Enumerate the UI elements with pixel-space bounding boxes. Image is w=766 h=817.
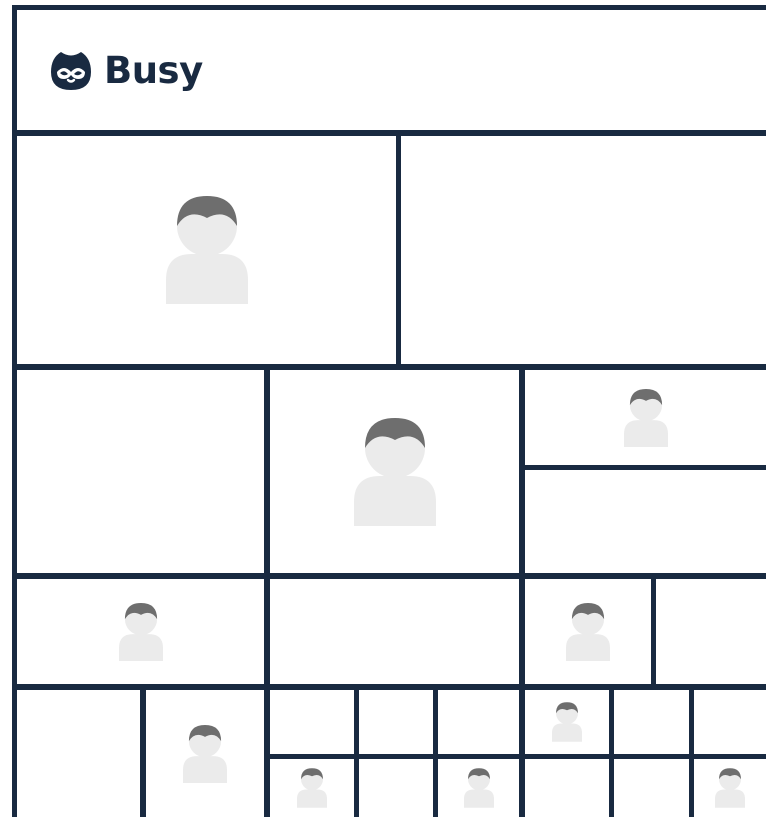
tile-divider <box>264 686 270 817</box>
participant-tile[interactable] <box>17 370 264 573</box>
tile-divider <box>519 686 525 817</box>
participant-tile[interactable] <box>17 579 264 684</box>
person-placeholder-icon <box>552 702 582 742</box>
person-placeholder-icon <box>624 389 668 447</box>
person-placeholder-icon <box>183 725 227 783</box>
participant-tile[interactable] <box>525 470 766 573</box>
participant-tile[interactable] <box>270 759 354 817</box>
person-placeholder-icon <box>715 768 745 808</box>
person-placeholder-icon <box>119 603 163 661</box>
participant-tile[interactable] <box>614 690 689 754</box>
participant-tile[interactable] <box>656 579 766 684</box>
participant-tile[interactable] <box>525 759 609 817</box>
brand-logo[interactable]: Busy <box>47 46 203 94</box>
tile-divider <box>521 465 766 470</box>
participant-tile[interactable] <box>694 690 766 754</box>
participant-tile[interactable] <box>359 759 433 817</box>
tile-divider <box>264 366 270 576</box>
tile-divider <box>12 5 17 817</box>
tile-divider <box>519 575 525 687</box>
tile-divider <box>651 575 656 687</box>
participant-tile[interactable] <box>525 370 766 465</box>
owl-logo-icon <box>51 52 91 90</box>
tile-divider <box>140 686 146 817</box>
participant-tile[interactable] <box>146 690 264 817</box>
tile-divider <box>14 364 766 370</box>
tile-divider <box>689 686 694 817</box>
tile-divider <box>12 5 766 10</box>
participant-tile[interactable] <box>359 690 433 754</box>
participant-tile[interactable] <box>17 136 396 364</box>
tile-divider <box>433 686 438 817</box>
person-placeholder-icon <box>297 768 327 808</box>
participant-tile[interactable] <box>401 136 766 364</box>
participant-tile[interactable] <box>525 579 651 684</box>
participant-tile[interactable] <box>17 690 140 817</box>
tile-divider <box>264 575 270 687</box>
participant-tile[interactable] <box>525 690 609 754</box>
person-placeholder-icon <box>566 603 610 661</box>
person-placeholder-icon <box>464 768 494 808</box>
participant-tile[interactable] <box>438 759 519 817</box>
tile-divider <box>354 686 359 817</box>
participant-tile[interactable] <box>694 759 766 817</box>
person-placeholder-icon <box>166 196 248 304</box>
participant-tile[interactable] <box>270 579 519 684</box>
tile-divider <box>14 684 766 690</box>
participant-tile[interactable] <box>270 370 519 573</box>
tile-divider <box>519 366 525 576</box>
tile-divider <box>12 130 766 136</box>
busy-frame: Busy <box>0 0 766 817</box>
participant-tile[interactable] <box>270 690 354 754</box>
tile-divider <box>268 754 766 759</box>
tile-divider <box>609 686 614 817</box>
brand-name: Busy <box>104 48 203 92</box>
participant-tile[interactable] <box>614 759 689 817</box>
tile-divider <box>396 134 401 366</box>
participant-tile[interactable] <box>438 690 519 754</box>
person-placeholder-icon <box>354 418 436 526</box>
